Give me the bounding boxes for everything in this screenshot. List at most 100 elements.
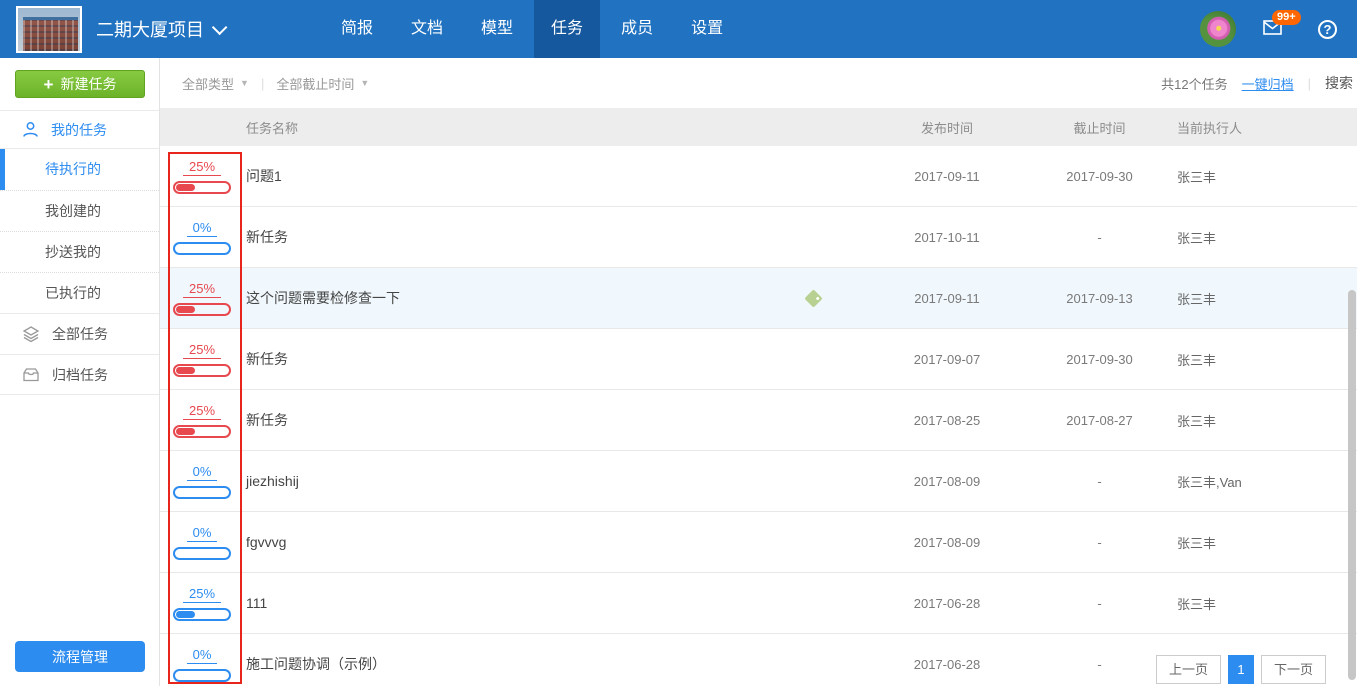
- progress-bar: [173, 242, 231, 255]
- publish-time: 2017-06-28: [872, 596, 1022, 611]
- project-logo-image: [18, 8, 80, 51]
- table-row[interactable]: 25%新任务2017-09-072017-09-30张三丰: [160, 329, 1357, 390]
- sidebar-item-label: 归档任务: [52, 365, 108, 385]
- tab-简报[interactable]: 简报: [324, 0, 390, 58]
- publish-time: 2017-09-07: [872, 352, 1022, 367]
- sidebar-item-label: 全部任务: [52, 324, 108, 344]
- new-task-label: 新建任务: [60, 74, 116, 94]
- scrollbar-thumb[interactable]: [1348, 290, 1356, 680]
- deadline: -: [1022, 596, 1177, 611]
- progress-bar: [173, 364, 231, 377]
- progress-cell: 25%: [160, 281, 244, 316]
- new-task-button[interactable]: + 新建任务: [15, 70, 145, 98]
- current-executor: 张三丰: [1177, 350, 1357, 369]
- table-row[interactable]: 25%问题12017-09-112017-09-30张三丰: [160, 146, 1357, 207]
- progress-percent-link[interactable]: 0%: [187, 464, 218, 481]
- project-switcher[interactable]: 二期大厦项目: [96, 0, 223, 58]
- filter-deadline-label: 全部截止时间: [276, 74, 354, 93]
- filter-deadline-dropdown[interactable]: 全部截止时间 ▼: [276, 74, 369, 93]
- table-row[interactable]: 25%新任务2017-08-252017-08-27张三丰: [160, 390, 1357, 451]
- sidebar-subitem-抄送我的[interactable]: 抄送我的: [0, 231, 159, 272]
- notification-badge: 99+: [1272, 10, 1301, 25]
- progress-bar: [173, 486, 231, 499]
- task-name: 新任务: [246, 349, 288, 369]
- progress-cell: 25%: [160, 342, 244, 377]
- progress-percent-link[interactable]: 0%: [187, 525, 218, 542]
- top-header: 二期大厦项目 简报文档模型任务成员设置 99+ ?: [0, 0, 1357, 58]
- current-executor: 张三丰: [1177, 594, 1357, 613]
- sidebar-item-archive-tasks[interactable]: 归档任务: [0, 354, 159, 395]
- process-management-button[interactable]: 流程管理: [15, 641, 145, 672]
- progress-percent-link[interactable]: 25%: [183, 403, 221, 420]
- notifications-button[interactable]: 99+: [1262, 14, 1292, 44]
- progress-bar: [173, 608, 231, 621]
- archive-all-link[interactable]: 一键归档: [1242, 74, 1294, 93]
- sidebar-subitem-我创建的[interactable]: 我创建的: [0, 190, 159, 231]
- table-header: 任务名称 发布时间 截止时间 当前执行人: [160, 108, 1357, 146]
- publish-time: 2017-06-28: [872, 657, 1022, 672]
- caret-down-icon: ▼: [360, 78, 369, 88]
- progress-percent-link[interactable]: 25%: [183, 342, 221, 359]
- prev-page-button[interactable]: 上一页: [1156, 655, 1221, 684]
- progress-cell: 0%: [160, 220, 244, 255]
- current-page-button[interactable]: 1: [1228, 655, 1254, 684]
- progress-bar-fill: [176, 428, 195, 435]
- sidebar-item-all-tasks[interactable]: 全部任务: [0, 313, 159, 354]
- progress-bar: [173, 181, 231, 194]
- current-executor: 张三丰: [1177, 167, 1357, 186]
- task-table-body: 25%问题12017-09-112017-09-30张三丰0%新任务2017-1…: [160, 146, 1357, 686]
- sidebar-subitem-待执行的[interactable]: 待执行的: [0, 149, 159, 190]
- caret-down-icon: ▼: [240, 78, 249, 88]
- progress-bar-fill: [176, 184, 195, 191]
- current-executor: 张三丰: [1177, 228, 1357, 247]
- table-row[interactable]: 0%fgvvvg2017-08-09-张三丰: [160, 512, 1357, 573]
- progress-cell: 0%: [160, 647, 244, 682]
- progress-bar: [173, 425, 231, 438]
- help-button[interactable]: ?: [1318, 20, 1337, 39]
- building-art: [23, 17, 78, 51]
- tab-模型[interactable]: 模型: [464, 0, 530, 58]
- table-row[interactable]: 0%jiezhishij2017-08-09-张三丰,Van: [160, 451, 1357, 512]
- task-name: fgvvvg: [246, 534, 286, 550]
- publish-time: 2017-08-25: [872, 413, 1022, 428]
- tab-文档[interactable]: 文档: [394, 0, 460, 58]
- task-name: 新任务: [246, 410, 288, 430]
- col-header-task-name: 任务名称: [244, 118, 872, 137]
- progress-cell: 0%: [160, 525, 244, 560]
- col-header-executor: 当前执行人: [1177, 118, 1357, 137]
- progress-bar: [173, 547, 231, 560]
- table-row[interactable]: 0%新任务2017-10-11-张三丰: [160, 207, 1357, 268]
- sidebar-item-my-tasks[interactable]: 我的任务: [0, 110, 159, 148]
- table-row[interactable]: 25%1112017-06-28-张三丰: [160, 573, 1357, 634]
- deadline: -: [1022, 230, 1177, 245]
- current-executor: 张三丰,Van: [1177, 472, 1357, 491]
- deadline: -: [1022, 535, 1177, 550]
- filter-type-label: 全部类型: [182, 74, 234, 93]
- task-name: 施工问题协调（示例）: [246, 654, 386, 674]
- current-executor: 张三丰: [1177, 533, 1357, 552]
- progress-percent-link[interactable]: 0%: [187, 647, 218, 664]
- progress-percent-link[interactable]: 0%: [187, 220, 218, 237]
- progress-percent-link[interactable]: 25%: [183, 159, 221, 176]
- search-button[interactable]: 搜索: [1325, 73, 1353, 93]
- plus-icon: +: [44, 76, 54, 93]
- progress-percent-link[interactable]: 25%: [183, 586, 221, 603]
- table-row[interactable]: 25%这个问题需要检修查一下2017-09-112017-09-13张三丰: [160, 268, 1357, 329]
- progress-bar-fill: [176, 306, 195, 313]
- chevron-down-icon: [212, 19, 228, 35]
- tab-设置[interactable]: 设置: [674, 0, 740, 58]
- separator: |: [261, 76, 264, 91]
- next-page-button[interactable]: 下一页: [1261, 655, 1326, 684]
- user-avatar[interactable]: [1200, 11, 1236, 47]
- tab-成员[interactable]: 成员: [604, 0, 670, 58]
- current-executor: 张三丰: [1177, 289, 1357, 308]
- filter-type-dropdown[interactable]: 全部类型 ▼: [182, 74, 249, 93]
- person-icon: [22, 121, 39, 138]
- task-name: 这个问题需要检修查一下: [246, 288, 400, 308]
- sidebar-subitem-已执行的[interactable]: 已执行的: [0, 272, 159, 313]
- progress-percent-link[interactable]: 25%: [183, 281, 221, 298]
- toolbar: 全部类型 ▼ | 全部截止时间 ▼ 共12个任务 一键归档 | 搜索: [160, 58, 1357, 108]
- progress-cell: 25%: [160, 586, 244, 621]
- task-count: 共12个任务: [1161, 74, 1227, 93]
- tab-任务[interactable]: 任务: [534, 0, 600, 58]
